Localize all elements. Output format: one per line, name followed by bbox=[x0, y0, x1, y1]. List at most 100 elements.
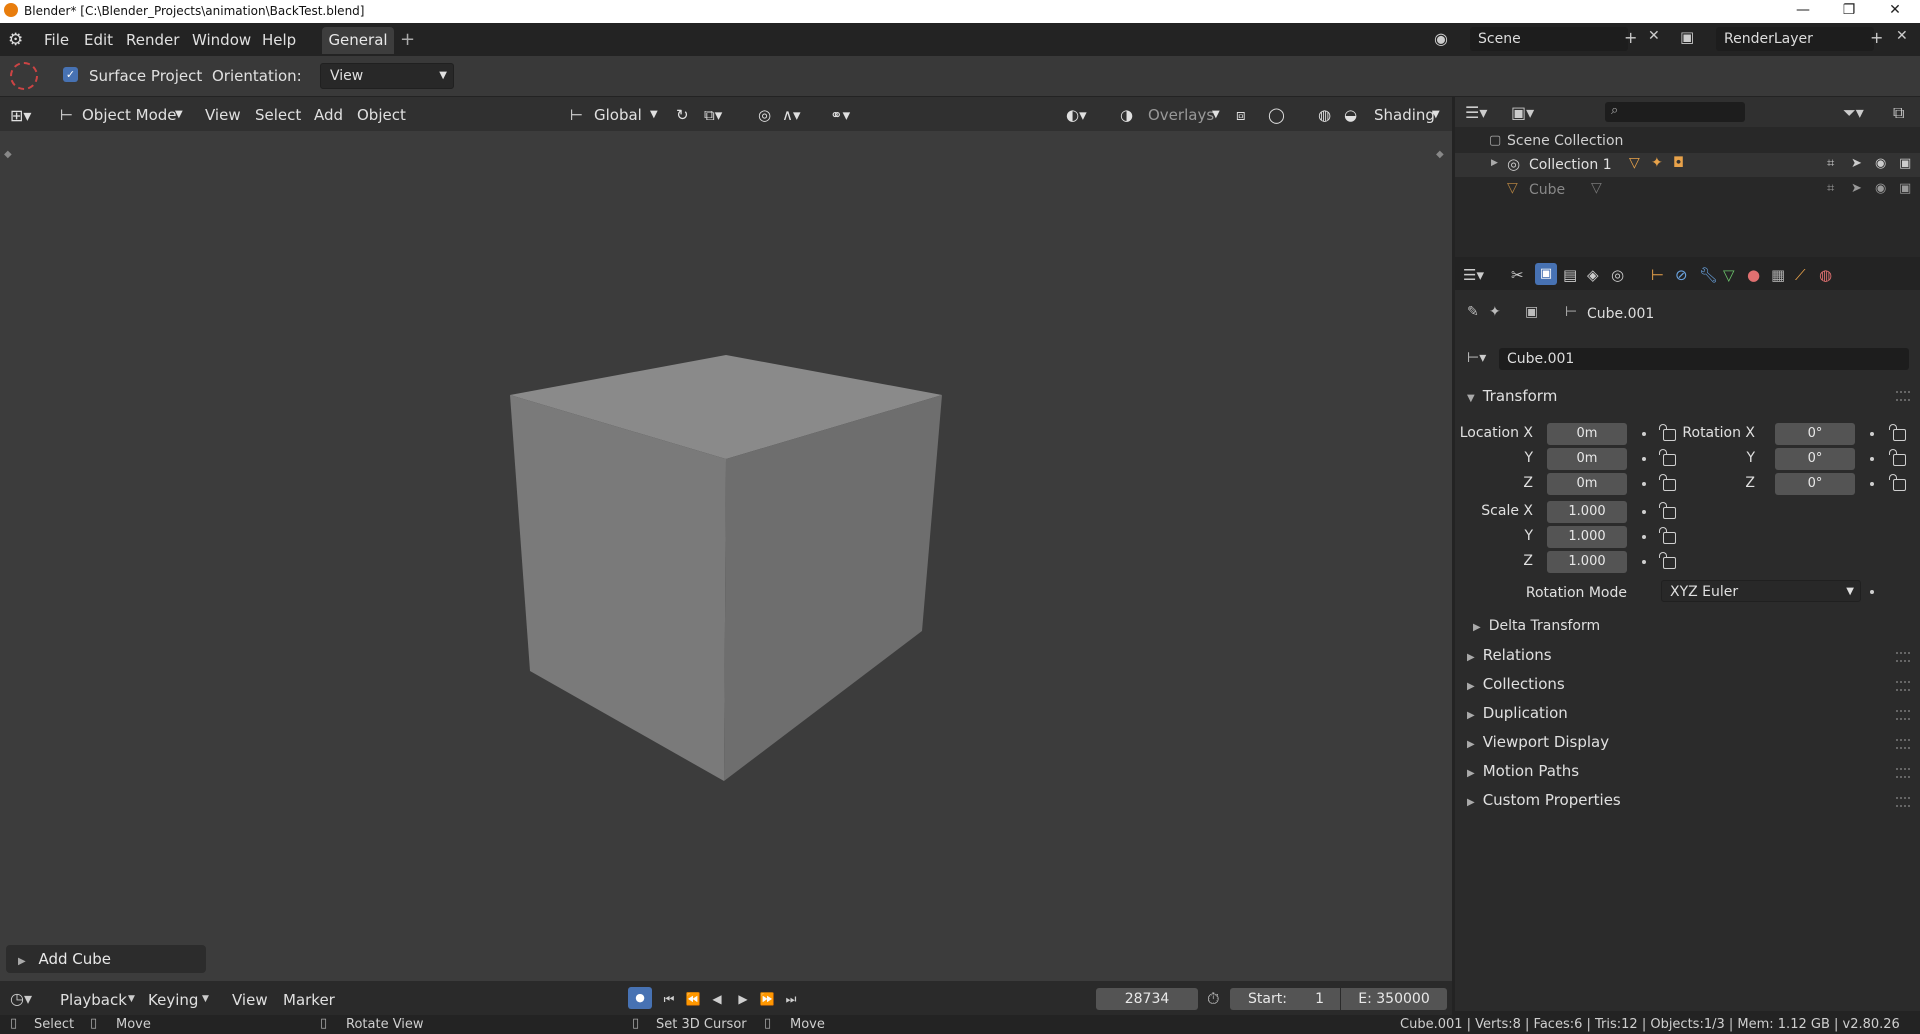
rendered-shading-icon[interactable]: ◒ bbox=[1344, 106, 1357, 124]
rotation-y-field[interactable]: 0° bbox=[1775, 448, 1855, 470]
overlays-dropdown[interactable]: Overlays bbox=[1148, 106, 1214, 124]
scene-collection-label[interactable]: Scene Collection bbox=[1507, 133, 1623, 149]
record-button[interactable]: ● bbox=[628, 987, 652, 1009]
cube-render[interactable] bbox=[0, 131, 1452, 981]
menu-render[interactable]: Render bbox=[126, 31, 179, 49]
falloff-icon[interactable]: ∧▾ bbox=[782, 106, 801, 124]
lock-icon[interactable] bbox=[1889, 424, 1906, 441]
drag-grip-icon[interactable] bbox=[1896, 652, 1910, 662]
location-y-field[interactable]: 0m bbox=[1547, 448, 1627, 470]
xray-icon[interactable]: ⧈ bbox=[1236, 106, 1246, 124]
lock-icon[interactable] bbox=[1659, 502, 1676, 519]
lock-icon[interactable] bbox=[1889, 449, 1906, 466]
rotation-z-field[interactable]: 0° bbox=[1775, 473, 1855, 495]
overlays-icon[interactable]: ◑ bbox=[1120, 106, 1133, 124]
maximize-button[interactable]: ❐ bbox=[1826, 0, 1872, 23]
jump-keyframe-back-icon[interactable]: ⏪ bbox=[684, 990, 702, 1008]
data-tab-icon[interactable]: ▽ bbox=[1723, 266, 1735, 284]
lock-icon[interactable] bbox=[1659, 552, 1676, 569]
filter-icon[interactable]: ⏷▾ bbox=[1843, 103, 1864, 123]
rotation-x-field[interactable]: 0° bbox=[1775, 423, 1855, 445]
scale-y-field[interactable]: 1.000 bbox=[1547, 526, 1627, 548]
exclude-checkbox-icon[interactable]: ⌗ bbox=[1827, 156, 1834, 171]
custom-properties-panel-header[interactable]: ▶ Custom Properties bbox=[1467, 791, 1621, 809]
delete-render-layer-icon[interactable]: ✕ bbox=[1896, 28, 1908, 44]
object-tab-icon[interactable]: ⊢ bbox=[1651, 266, 1664, 284]
object-name-field[interactable]: Cube.001 bbox=[1499, 348, 1909, 370]
proportional-edit-icon[interactable]: ◎ bbox=[758, 106, 771, 124]
material-tab-icon[interactable]: ● bbox=[1747, 266, 1760, 284]
new-scene-icon[interactable]: + bbox=[1624, 28, 1637, 47]
editor-type-icon[interactable]: ☰▾ bbox=[1465, 103, 1487, 122]
viewport-menu-add[interactable]: Add bbox=[314, 106, 343, 124]
viewport-menu-view[interactable]: View bbox=[205, 106, 241, 124]
timeline-view-menu[interactable]: View bbox=[232, 991, 268, 1009]
pivot-point-icon[interactable]: ↻ bbox=[676, 106, 689, 124]
keyframe-dot-icon[interactable] bbox=[1642, 510, 1646, 514]
drag-grip-icon[interactable] bbox=[1896, 768, 1910, 778]
menu-edit[interactable]: Edit bbox=[84, 31, 113, 49]
keyframe-dot-icon[interactable] bbox=[1642, 535, 1646, 539]
lock-icon[interactable] bbox=[1889, 474, 1906, 491]
location-z-field[interactable]: 0m bbox=[1547, 473, 1627, 495]
add-cube-operator-panel[interactable]: ▶ Add Cube bbox=[6, 945, 206, 973]
end-frame-field[interactable]: E: 350000 bbox=[1341, 988, 1447, 1010]
mode-dropdown[interactable]: Object Mode bbox=[82, 106, 177, 124]
surface-project-checkbox[interactable]: ✓ bbox=[63, 67, 78, 82]
scene-icon[interactable]: ◉ bbox=[1434, 29, 1448, 48]
selectable-icon[interactable]: ➤ bbox=[1851, 156, 1862, 171]
cursor-tool-icon[interactable] bbox=[10, 62, 38, 90]
keying-menu[interactable]: Keying bbox=[148, 991, 198, 1009]
new-render-layer-icon[interactable]: + bbox=[1870, 28, 1883, 47]
play-icon[interactable]: ▶ bbox=[734, 990, 752, 1008]
outliner-search-input[interactable]: ⌕ bbox=[1605, 102, 1745, 122]
orientation-dropdown[interactable]: View ▼ bbox=[320, 63, 454, 89]
link-icon[interactable]: ⚭▾ bbox=[830, 106, 850, 124]
viewport-display-panel-header[interactable]: ▶ Viewport Display bbox=[1467, 733, 1609, 751]
keyframe-dot-icon[interactable] bbox=[1642, 560, 1646, 564]
shading-dropdown[interactable]: Shading bbox=[1374, 106, 1435, 124]
rotation-mode-dropdown[interactable]: XYZ Euler ▼ bbox=[1661, 580, 1861, 602]
menu-window[interactable]: Window bbox=[192, 31, 251, 49]
drag-grip-icon[interactable] bbox=[1896, 739, 1910, 749]
blender-menu-icon[interactable]: ⚙ bbox=[8, 30, 23, 50]
scale-x-field[interactable]: 1.000 bbox=[1547, 501, 1627, 523]
tool-tab-icon[interactable]: ✂ bbox=[1511, 266, 1524, 284]
pin-icon[interactable]: ✎ bbox=[1467, 304, 1479, 320]
jump-end-icon[interactable]: ⏭ bbox=[782, 990, 800, 1008]
particles-tab-icon[interactable]: ◍ bbox=[1819, 266, 1832, 284]
view-layer-tab-icon[interactable]: ◈ bbox=[1587, 266, 1599, 284]
3d-viewport[interactable]: ◆ ◆ bbox=[0, 131, 1452, 981]
jump-keyframe-forward-icon[interactable]: ⏩ bbox=[758, 990, 776, 1008]
sidebar-toggle-icon[interactable]: ◆ bbox=[1436, 149, 1444, 160]
render-layer-icon[interactable]: ▣ bbox=[1680, 28, 1694, 46]
location-x-field[interactable]: 0m bbox=[1547, 423, 1627, 445]
jump-start-icon[interactable]: ⏮ bbox=[660, 990, 678, 1008]
keyframe-dot-icon[interactable] bbox=[1870, 482, 1874, 486]
display-mode-icon[interactable]: ▣▾ bbox=[1511, 103, 1534, 122]
stopwatch-icon[interactable]: ⏱ bbox=[1207, 989, 1219, 1009]
constraint-tab-icon[interactable]: ⊘ bbox=[1675, 266, 1688, 284]
current-frame-field[interactable]: 28734 bbox=[1096, 988, 1198, 1010]
minimize-button[interactable]: — bbox=[1780, 0, 1826, 23]
relations-panel-header[interactable]: ▶ Relations bbox=[1467, 646, 1552, 664]
delete-scene-icon[interactable]: ✕ bbox=[1648, 28, 1660, 44]
eye-icon[interactable]: ◉ bbox=[1875, 181, 1886, 196]
play-reverse-icon[interactable]: ◀ bbox=[708, 990, 726, 1008]
keyframe-dot-icon[interactable] bbox=[1642, 432, 1646, 436]
close-button[interactable]: ✕ bbox=[1872, 0, 1918, 23]
start-frame-field[interactable]: Start: 1 bbox=[1230, 988, 1340, 1010]
keyframe-dot-icon[interactable] bbox=[1870, 590, 1874, 594]
render-layer-field[interactable]: RenderLayer bbox=[1716, 27, 1874, 51]
editor-type-icon[interactable]: ☰▾ bbox=[1463, 266, 1484, 284]
snap-icon[interactable]: ⧉▾ bbox=[704, 106, 722, 124]
outliner-row-object[interactable]: ▽ Cube ▽ ⌗ ➤ ◉ ▣ bbox=[1455, 178, 1920, 202]
object-type-icon[interactable]: ⊢▾ bbox=[1467, 350, 1486, 366]
viewport-menu-select[interactable]: Select bbox=[255, 106, 301, 124]
scale-z-field[interactable]: 1.000 bbox=[1547, 551, 1627, 573]
output-tab-icon[interactable]: ▤ bbox=[1563, 266, 1577, 284]
material-shading-icon[interactable]: ◍ bbox=[1318, 106, 1331, 124]
new-collection-icon[interactable]: ⧉ bbox=[1893, 103, 1904, 123]
motion-paths-panel-header[interactable]: ▶ Motion Paths bbox=[1467, 762, 1579, 780]
transform-orientation-dropdown[interactable]: Global bbox=[594, 106, 642, 124]
